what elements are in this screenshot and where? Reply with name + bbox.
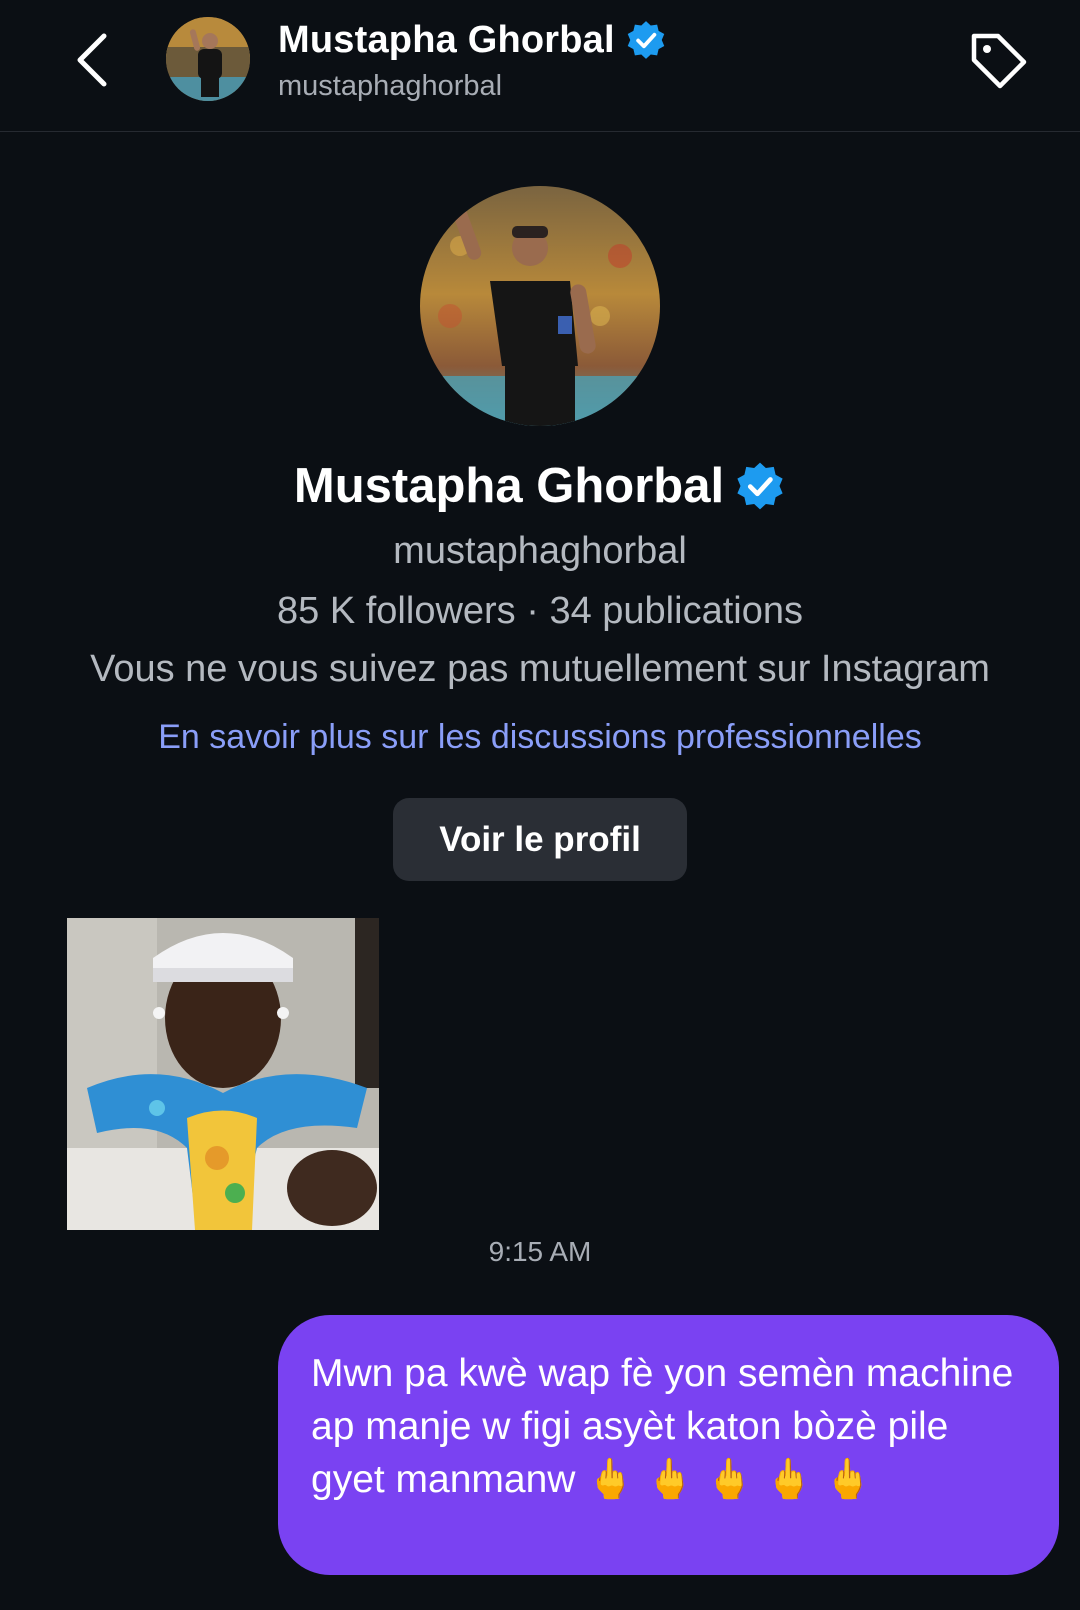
tag-icon (971, 33, 1027, 89)
profile-username: mustaphaghorbal (393, 530, 687, 572)
chevron-left-icon (77, 33, 107, 87)
mutual-follow-status: Vous ne vous suivez pas mutuellement sur… (90, 648, 990, 690)
header-name: Mustapha Ghorbal (278, 18, 615, 61)
profile-stats: 85 K followers · 34 publications (277, 590, 803, 632)
profile-photo (420, 186, 660, 426)
header-name-row[interactable]: Mustapha Ghorbal (278, 16, 667, 64)
chat-header: Mustapha Ghorbal mustaphaghorbal (0, 0, 1080, 132)
tag-button[interactable] (964, 26, 1032, 94)
verified-badge-icon (737, 462, 783, 510)
verified-badge-icon (627, 21, 665, 59)
profile-name: Mustapha Ghorbal (293, 459, 725, 513)
back-button[interactable] (62, 28, 122, 92)
view-profile-button[interactable]: Voir le profil (393, 798, 687, 881)
incoming-photo-message[interactable] (67, 918, 379, 1230)
photo-image (67, 918, 379, 1230)
header-username: mustaphaghorbal (278, 70, 503, 102)
outgoing-message-text: Mwn pa kwè wap fè yon semèn machine ap m… (311, 1352, 1014, 1501)
outgoing-message-bubble[interactable]: Mwn pa kwè wap fè yon semèn machine ap m… (278, 1315, 1059, 1575)
profile-avatar[interactable] (420, 186, 660, 426)
profile-name-row: Mustapha Ghorbal (0, 456, 1080, 516)
message-timestamp: 9:15 AM (488, 1236, 592, 1267)
learn-more-link[interactable]: En savoir plus sur les discussions profe… (0, 718, 1080, 757)
header-avatar[interactable] (166, 17, 250, 101)
avatar-image (166, 17, 250, 101)
